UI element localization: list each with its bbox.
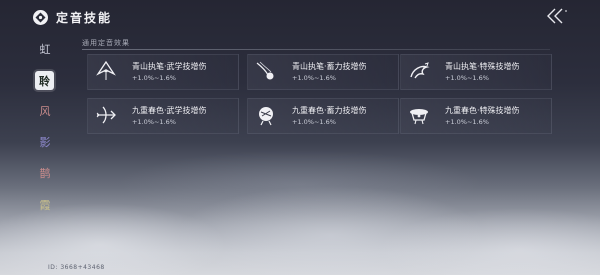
skill-bonus: +1.0%~1.6%	[132, 74, 176, 82]
double-chevron-left-icon	[547, 8, 567, 24]
sidebar-item-que[interactable]: 鹊	[32, 162, 58, 184]
shield-orb-icon	[259, 107, 273, 126]
page-title: 定音技能	[56, 11, 113, 25]
skill-card[interactable]: 九重春色·武学技增伤 +1.0%~1.6%	[87, 98, 239, 134]
skill-bonus: +1.0%~1.6%	[132, 118, 176, 126]
sidebar-item-hong[interactable]: 虹	[32, 38, 58, 60]
sidebar-item-label: 霞	[39, 199, 51, 212]
settings-logo-icon	[33, 10, 48, 25]
pen-brush-icon	[96, 60, 116, 80]
sidebar-item-xia[interactable]: 霞	[32, 194, 58, 216]
skill-name: 青山执笔·蓄力技增伤	[292, 62, 367, 71]
skill-card[interactable]: 九重春色·特殊技增伤 +1.0%~1.6%	[400, 98, 552, 134]
sidebar-item-label: 鹊	[39, 167, 51, 180]
back-button[interactable]	[543, 7, 569, 25]
skill-bonus: +1.0%~1.6%	[445, 118, 489, 126]
sidebar-item-feng[interactable]: 风	[32, 100, 58, 122]
skill-bonus: +1.0%~1.6%	[292, 118, 336, 126]
panel-caption: 通用定音效果	[82, 39, 130, 47]
skill-name: 九重春色·蓄力技增伤	[292, 106, 367, 115]
dragon-icon	[410, 62, 430, 79]
skill-card[interactable]: 青山执笔·蓄力技增伤 +1.0%~1.6%	[247, 54, 399, 90]
skill-card[interactable]: 青山执笔·武学技增伤 +1.0%~1.6%	[87, 54, 239, 90]
skill-effects-panel: 通用定音效果 青山执笔·武学技增伤 +1.0%~1.6% 青山执笔·蓄力技增伤 …	[72, 34, 552, 174]
sidebar-item-label: 风	[39, 105, 51, 118]
sidebar-item-ling[interactable]: 聆	[35, 71, 54, 90]
drum-icon	[410, 109, 428, 125]
crossbow-icon	[96, 106, 116, 124]
comet-icon	[256, 61, 274, 80]
header: 定音技能	[0, 0, 600, 34]
skill-name: 九重春色·特殊技增伤	[445, 106, 520, 115]
player-uid: ID: 3668+43468	[48, 264, 105, 271]
skill-bonus: +1.0%~1.6%	[445, 74, 489, 82]
skill-card[interactable]: 九重春色·蓄力技增伤 +1.0%~1.6%	[247, 98, 399, 134]
skill-card[interactable]: 青山执笔·特殊技增伤 +1.0%~1.6%	[400, 54, 552, 90]
sidebar-item-label: 影	[39, 136, 51, 149]
skill-name: 青山执笔·武学技增伤	[132, 62, 207, 71]
sidebar-item-label: 虹	[39, 43, 51, 56]
sidebar-item-label: 聆	[39, 74, 50, 88]
skill-name: 九重春色·武学技增伤	[132, 106, 207, 115]
skill-name: 青山执笔·特殊技增伤	[445, 62, 520, 71]
sidebar-item-ying[interactable]: 影	[32, 131, 58, 153]
divider	[82, 49, 550, 50]
skill-bonus: +1.0%~1.6%	[292, 74, 336, 82]
